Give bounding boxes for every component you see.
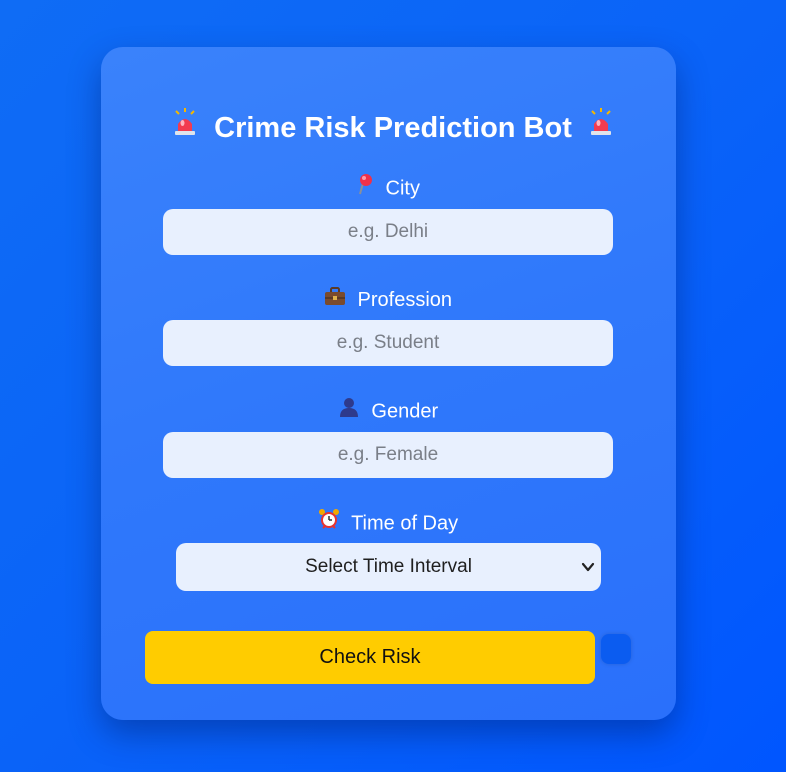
briefcase-icon xyxy=(324,286,346,312)
profession-label-text: Profession xyxy=(357,289,453,311)
time-of-day-label: Time of Day xyxy=(0,509,776,536)
page-title-text: Crime Risk Prediction Bot xyxy=(214,112,572,144)
police-siren-icon xyxy=(588,107,614,145)
city-label: City xyxy=(0,174,776,201)
alarm-clock-icon xyxy=(318,508,340,536)
page-title: Crime Risk Prediction Bot xyxy=(0,108,786,145)
square-widget[interactable] xyxy=(601,634,631,664)
pin-icon xyxy=(356,173,374,201)
form-card xyxy=(101,47,676,720)
city-label-text: City xyxy=(385,177,420,200)
time-interval-selected-value: Select Time Interval xyxy=(305,556,472,577)
time-interval-select[interactable]: Select Time Interval xyxy=(176,543,601,591)
time-of-day-label-text: Time of Day xyxy=(351,512,459,535)
city-input[interactable] xyxy=(163,209,613,255)
check-risk-button[interactable]: Check Risk xyxy=(145,631,595,684)
gender-label-text: Gender xyxy=(371,400,439,423)
chevron-down-icon xyxy=(581,560,595,579)
profession-label: Profession xyxy=(0,286,776,312)
person-icon xyxy=(338,396,360,424)
profession-input[interactable] xyxy=(163,320,613,366)
gender-input[interactable] xyxy=(163,432,613,478)
police-siren-icon xyxy=(172,107,198,145)
gender-label: Gender xyxy=(0,398,776,424)
